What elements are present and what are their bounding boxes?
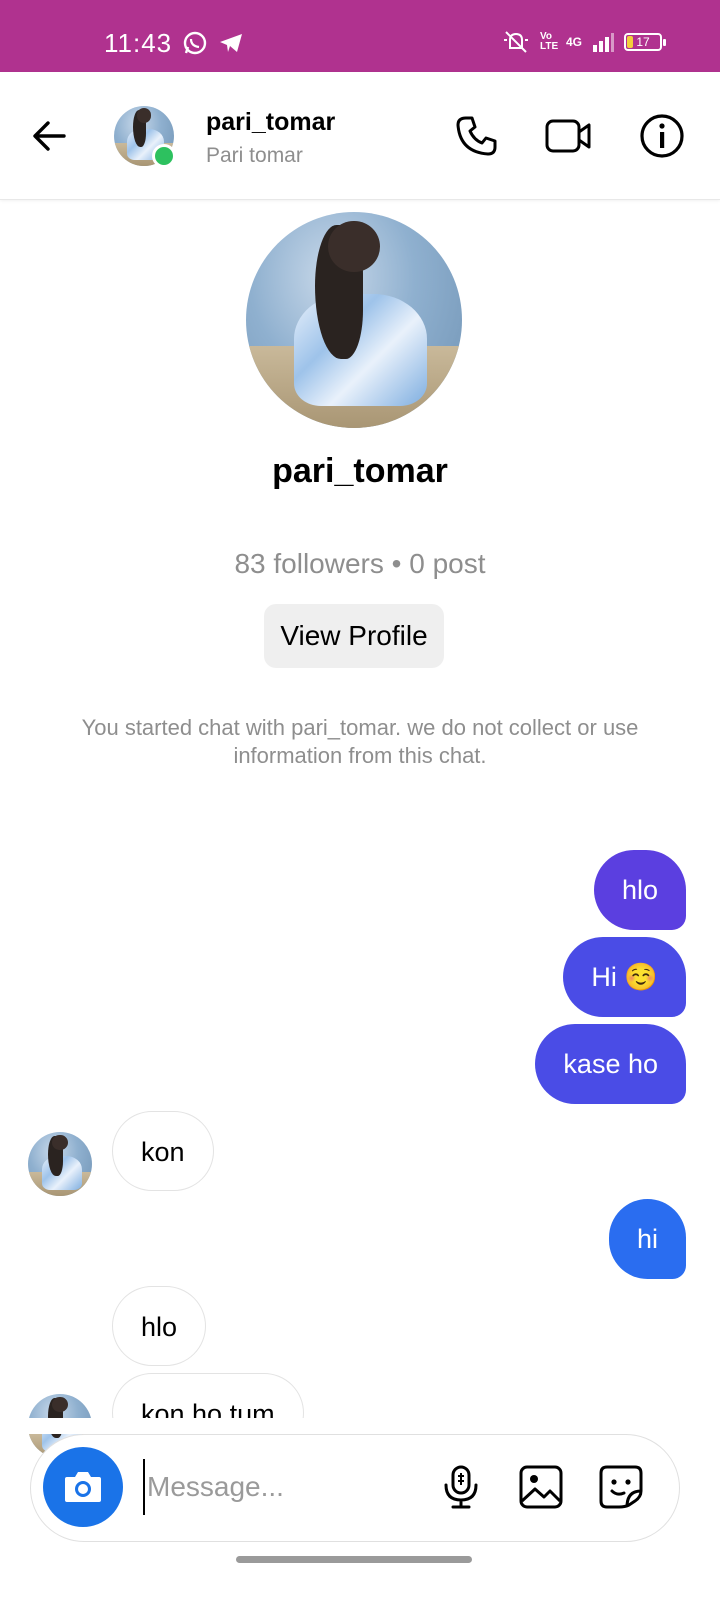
telegram-icon (220, 34, 242, 52)
header-display-name: Pari tomar (206, 144, 303, 167)
info-icon[interactable] (638, 112, 686, 160)
home-indicator[interactable] (236, 1556, 472, 1563)
outgoing-message[interactable]: Hi ☺️ (563, 937, 686, 1017)
online-status-dot (152, 144, 176, 168)
header-username[interactable]: pari_tomar (206, 108, 335, 137)
chat-notice: You started chat with pari_tomar. we do … (81, 715, 639, 768)
gallery-icon[interactable] (517, 1463, 565, 1511)
profile-username: pari_tomar (272, 452, 448, 490)
phone-icon[interactable] (452, 112, 500, 160)
back-arrow-icon[interactable] (30, 116, 70, 156)
sender-avatar[interactable] (28, 1132, 92, 1196)
chat-header: pari_tomar Pari tomar (0, 72, 720, 200)
outgoing-message[interactable]: kase ho (535, 1024, 686, 1104)
video-call-icon[interactable] (544, 112, 592, 160)
microphone-icon[interactable] (437, 1463, 485, 1511)
mute-icon (503, 31, 528, 53)
signal-icon (593, 33, 614, 52)
whatsapp-icon (183, 31, 207, 55)
volte-indicator: Vo LTE (539, 31, 559, 52)
camera-button[interactable] (43, 1447, 123, 1527)
incoming-message[interactable]: kon (112, 1111, 214, 1191)
battery-icon: 17 (624, 33, 666, 51)
message-composer (30, 1434, 680, 1542)
status-time: 11:43 (104, 28, 173, 58)
incoming-message[interactable]: hlo (112, 1286, 207, 1366)
message-input[interactable] (143, 1459, 423, 1515)
outgoing-message[interactable]: hi (608, 1199, 686, 1279)
camera-icon (65, 1472, 101, 1502)
battery-level: 17 (636, 35, 650, 49)
profile-avatar[interactable] (246, 212, 462, 428)
view-profile-button[interactable]: View Profile (264, 604, 444, 668)
status-bar: 11:43 Vo LTE 4G 17 (0, 0, 720, 72)
sticker-icon[interactable] (597, 1463, 645, 1511)
network-type: 4G (565, 35, 582, 49)
composer-backdrop (0, 1418, 720, 1434)
profile-stats: 83 followers • 0 post (234, 548, 486, 579)
outgoing-message[interactable]: hlo (593, 850, 686, 930)
